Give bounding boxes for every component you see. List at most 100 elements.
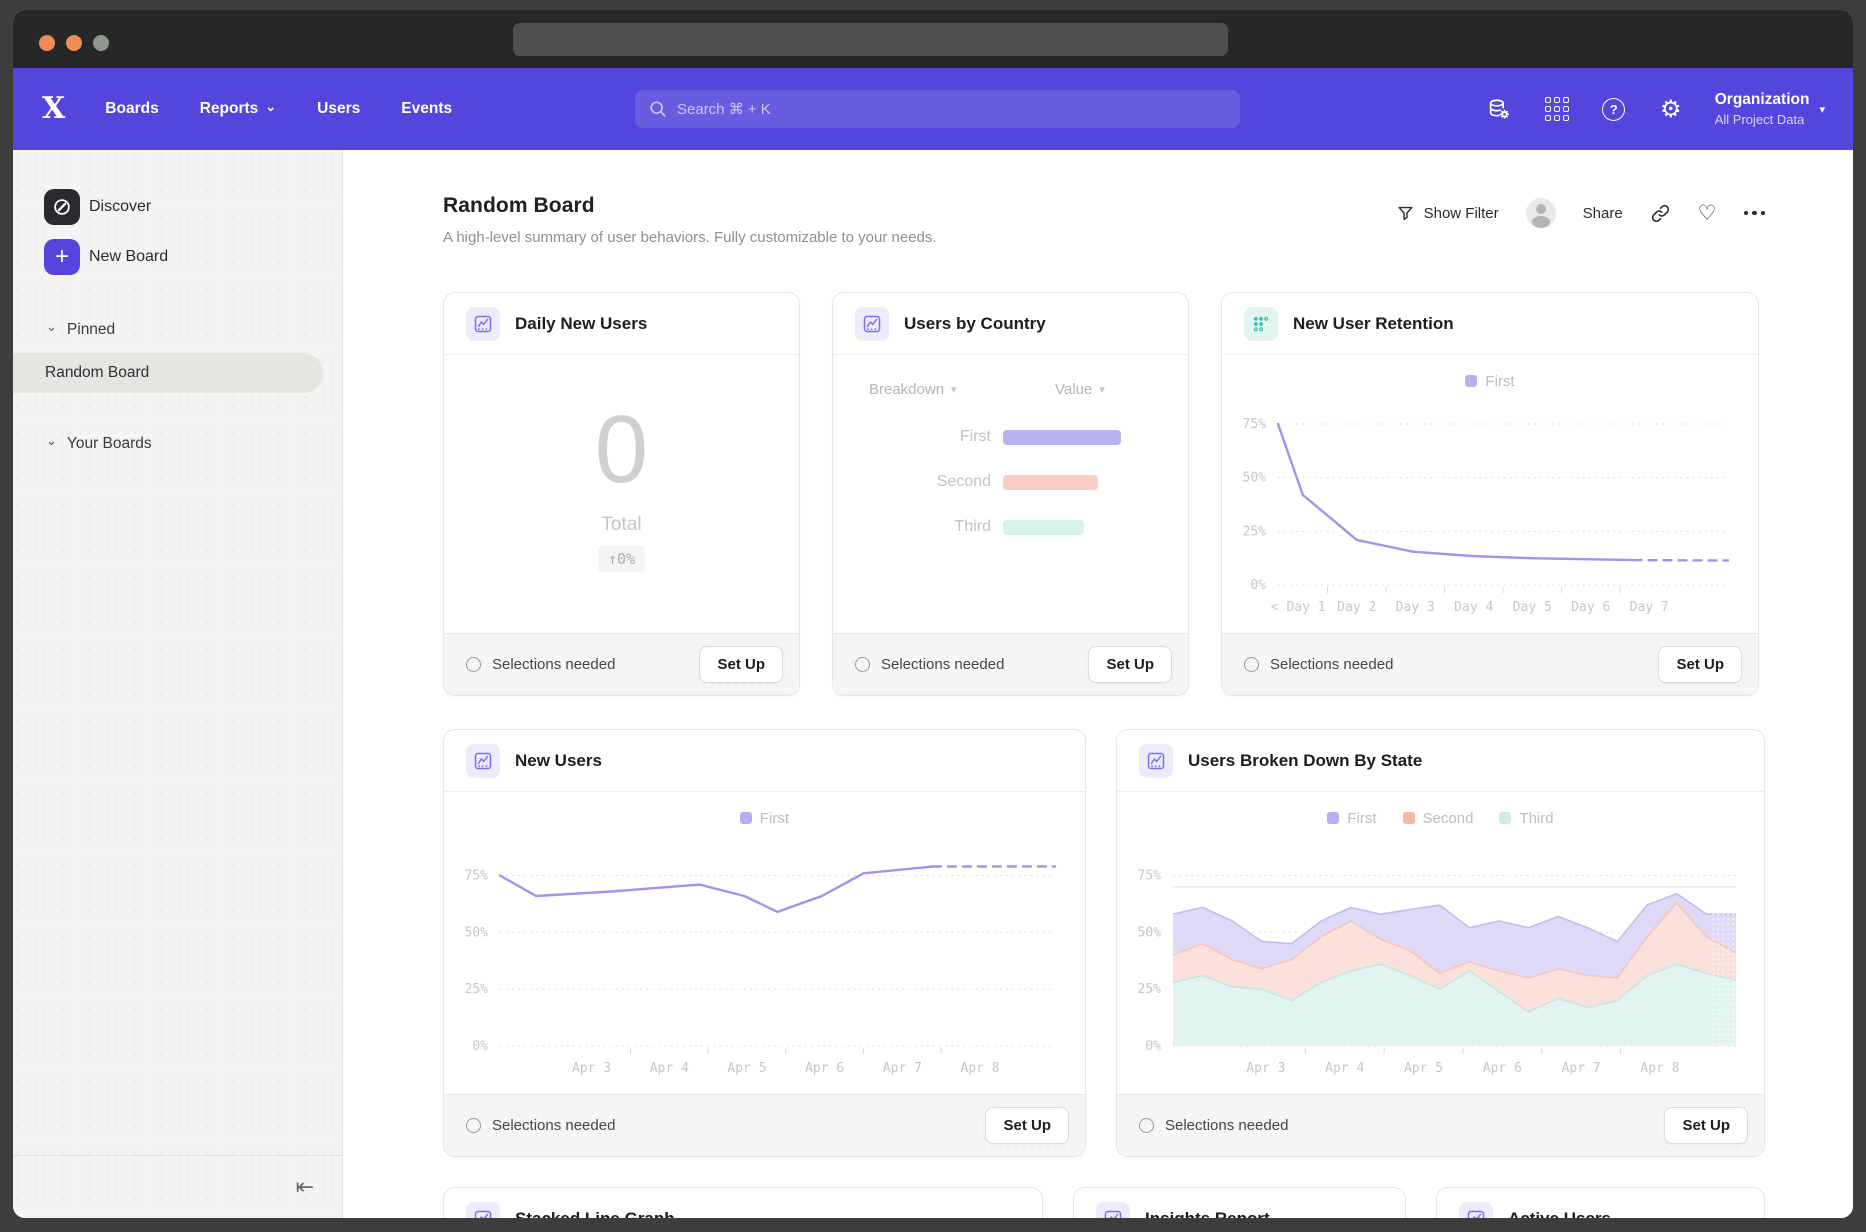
chart-legend: First (1222, 371, 1758, 391)
card-active-users: Active Users (1436, 1187, 1765, 1218)
sidebar-item-label: New Board (89, 248, 168, 266)
sidebar-item-label: Discover (89, 198, 151, 216)
org-switcher[interactable]: Organization All Project Data ▾ (1715, 91, 1825, 127)
sidebar-item-new-board[interactable]: + New Board (13, 235, 342, 279)
value-dropdown[interactable]: Value▾ (1055, 381, 1105, 398)
svg-text:Apr 4: Apr 4 (1325, 1061, 1364, 1076)
apps-grid-dots (1545, 97, 1569, 121)
favorite-heart-icon[interactable]: ♡ (1698, 201, 1717, 225)
apps-grid-icon[interactable] (1544, 96, 1570, 122)
section-label: Pinned (67, 321, 115, 339)
sidebar-item-discover[interactable]: Discover (13, 185, 342, 229)
chevron-down-icon: ⌄ (265, 103, 276, 111)
legend-item[interactable]: First (1465, 373, 1514, 390)
svg-text:0%: 0% (472, 1039, 488, 1054)
card-body: First75%50%25%0%Apr 3Apr 4Apr 5Apr 6Apr … (444, 792, 1085, 1094)
metric-label: Total (601, 514, 641, 536)
insights-chart-icon (1139, 744, 1173, 778)
sidebar-section-pinned[interactable]: ⌄ Pinned (13, 321, 342, 339)
metric-block: 0 Total ↑0% (444, 355, 799, 633)
retention-svg: 75%50%25%0%< Day 1Day 2Day 3Day 4Day 5Da… (1222, 391, 1758, 633)
avatar[interactable] (1526, 198, 1556, 228)
card-body: 0 Total ↑0% (444, 355, 799, 633)
breakdown-row-label: Second (833, 473, 991, 491)
card-insights-report: Insights Report (1073, 1187, 1406, 1218)
chart-legend: First Second Third (1117, 808, 1764, 828)
set-up-button[interactable]: Set Up (1658, 646, 1742, 683)
status-circle-icon (466, 1118, 481, 1133)
set-up-button[interactable]: Set Up (985, 1107, 1069, 1144)
nav-item-events[interactable]: Events (401, 100, 452, 118)
breakdown-bar (1003, 430, 1121, 445)
status-circle-icon (855, 657, 870, 672)
legend-item[interactable]: Third (1499, 810, 1553, 827)
gear-icon: ⚙ (1660, 97, 1682, 121)
chart-legend: First (444, 808, 1085, 828)
cards-row-3: Stacked Line Graph Insights Report (443, 1187, 1765, 1218)
legend-item[interactable]: Second (1403, 810, 1474, 827)
breakdown-rows: FirstSecondThird (833, 428, 1188, 536)
set-up-button[interactable]: Set Up (1664, 1107, 1748, 1144)
nav-item-boards[interactable]: Boards (105, 100, 158, 118)
avatar-head (1536, 204, 1546, 214)
svg-text:Apr 8: Apr 8 (1640, 1061, 1679, 1076)
insights-chart-icon (855, 307, 889, 341)
set-up-button[interactable]: Set Up (699, 646, 783, 683)
copy-link-icon[interactable] (1650, 203, 1671, 224)
chevron-down-icon: ⌄ (46, 438, 57, 445)
more-options-icon[interactable] (1744, 211, 1766, 216)
zoom-window-button[interactable] (93, 35, 109, 51)
card-footer: Selections needed Set Up (833, 633, 1188, 695)
mixpanel-logo-icon[interactable]: X (42, 94, 65, 124)
metric-value: 0 (595, 402, 648, 498)
svg-text:Apr 7: Apr 7 (883, 1061, 922, 1076)
card-body: First Second Third75%50%25%0%Apr 3Apr 4Apr… (1117, 792, 1764, 1094)
card-new-user-retention: New User Retention First75%50%25%0%< Day… (1221, 292, 1759, 696)
insights-chart-icon (1096, 1202, 1130, 1219)
search-input[interactable]: Search ⌘ + K (635, 90, 1240, 128)
org-name: Organization (1715, 91, 1810, 109)
board-actions: Show Filter Share ♡ (1396, 198, 1765, 228)
help-icon[interactable]: ? (1601, 96, 1627, 122)
status-text: Selections needed (492, 656, 615, 673)
search-placeholder: Search ⌘ + K (677, 100, 771, 118)
share-button[interactable]: Share (1583, 205, 1623, 222)
status-circle-icon (466, 657, 481, 672)
value-label: Value (1055, 381, 1092, 398)
new_users-svg: 75%50%25%0%Apr 3Apr 4Apr 5Apr 6Apr 7Apr … (444, 828, 1085, 1094)
url-bar[interactable] (513, 23, 1228, 56)
card-title: Users by Country (904, 314, 1046, 334)
svg-text:75%: 75% (1243, 417, 1267, 432)
svg-text:Apr 8: Apr 8 (961, 1061, 1000, 1076)
breakdown-bar (1003, 475, 1098, 490)
show-filter-button[interactable]: Show Filter (1396, 204, 1499, 223)
nav-item-reports[interactable]: Reports ⌄ (200, 100, 276, 118)
sidebar-item-random-board-selected[interactable]: Random Board (13, 353, 323, 393)
data-settings-icon[interactable] (1487, 96, 1513, 122)
users_by_state-svg: 75%50%25%0%Apr 3Apr 4Apr 5Apr 6Apr 7Apr … (1117, 828, 1764, 1094)
svg-text:< Day 1: < Day 1 (1271, 600, 1326, 615)
search-icon (649, 100, 667, 118)
legend-item[interactable]: First (740, 810, 789, 827)
insights-chart-icon (466, 744, 500, 778)
minimize-window-button[interactable] (66, 35, 82, 51)
legend-swatch-icon (740, 812, 752, 824)
status-circle-icon (1244, 657, 1259, 672)
close-window-button[interactable] (39, 35, 55, 51)
cards-row-2: New Users First75%50%25%0%Apr 3Apr 4Apr … (443, 729, 1765, 1157)
nav-item-users[interactable]: Users (317, 100, 360, 118)
collapse-sidebar-icon[interactable]: ⇤ (296, 1176, 314, 1198)
retention-chart: First75%50%25%0%< Day 1Day 2Day 3Day 4Da… (1222, 355, 1758, 633)
insights-chart-icon (466, 1202, 500, 1219)
svg-text:Apr 4: Apr 4 (650, 1061, 689, 1076)
share-label: Share (1583, 205, 1623, 222)
avatar-body (1532, 216, 1550, 228)
legend-item[interactable]: First (1327, 810, 1376, 827)
set-up-button[interactable]: Set Up (1088, 646, 1172, 683)
breakdown-dropdown[interactable]: Breakdown▾ (869, 381, 957, 398)
sidebar-section-your-boards[interactable]: ⌄ Your Boards (13, 435, 342, 453)
legend-swatch-icon (1499, 812, 1511, 824)
nav-right-actions: ? ⚙ Organization All Project Data ▾ (1487, 91, 1825, 127)
settings-gear-icon[interactable]: ⚙ (1658, 96, 1684, 122)
breakdown-row-label: First (833, 428, 991, 446)
